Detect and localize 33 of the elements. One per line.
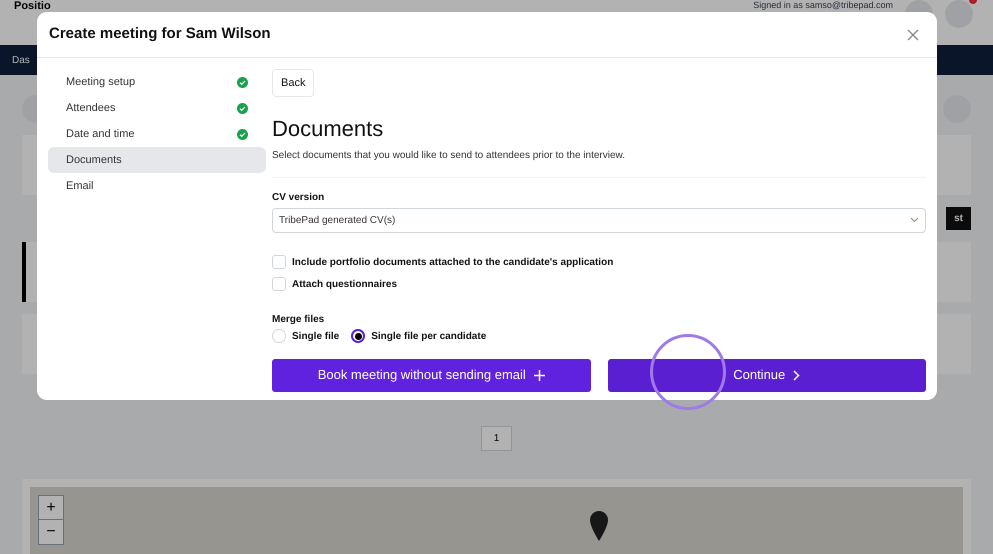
- modal-title: Create meeting for Sam Wilson: [49, 24, 271, 44]
- action-button[interactable]: st: [946, 207, 971, 230]
- field-label: CV version: [272, 190, 326, 204]
- checkbox-label: Include portfolio documents attached to the candidate's application: [292, 256, 614, 270]
- checkbox[interactable]: [272, 255, 286, 269]
- close-icon[interactable]: [907, 28, 919, 40]
- radio-button[interactable]: [351, 329, 366, 343]
- radio-label: Single file per candidate: [371, 330, 486, 344]
- step-item[interactable]: Meeting setup: [48, 69, 266, 95]
- section-description: Select documents that you would like to send to attendees prior to the interview.: [272, 148, 626, 162]
- step-item[interactable]: Attendees: [48, 95, 266, 121]
- chevron-right-icon: [793, 370, 800, 380]
- section-heading: Documents: [272, 115, 384, 142]
- page-select[interactable]: 1: [480, 426, 512, 451]
- checkbox[interactable]: [272, 277, 286, 291]
- logo-text: Positio: [14, 0, 51, 12]
- field-label: Merge files: [272, 312, 326, 326]
- radio-label: Single file: [292, 330, 340, 344]
- cv-version-select[interactable]: TribePad generated CV(s): [272, 208, 926, 232]
- continue-button[interactable]: Continue: [608, 358, 926, 392]
- zoom-in-button[interactable]: +: [39, 496, 63, 520]
- zoom-out-button[interactable]: −: [39, 520, 63, 544]
- plus-icon: [534, 370, 545, 380]
- nav-item[interactable]: Das: [12, 52, 30, 68]
- step-item[interactable]: Documents: [48, 147, 266, 173]
- back-button[interactable]: Back: [272, 69, 314, 97]
- step-item[interactable]: Email: [48, 173, 266, 199]
- signed-in-text: Signed in as samso@tribepad.com: [753, 0, 893, 11]
- checkbox-label: Attach questionnaires: [292, 278, 398, 292]
- book-button[interactable]: Book meeting without sending email: [272, 358, 590, 392]
- map-pin-icon: [590, 511, 608, 541]
- chevron-down-icon: [910, 217, 919, 223]
- step-item[interactable]: Date and time: [48, 121, 266, 147]
